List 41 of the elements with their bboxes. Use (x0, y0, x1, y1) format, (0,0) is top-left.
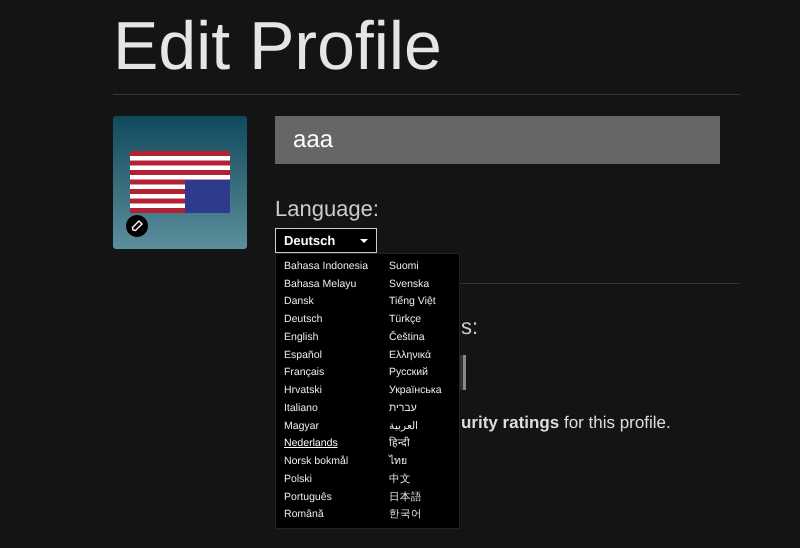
language-option[interactable]: Français (284, 364, 324, 382)
language-option[interactable]: ไทย (389, 453, 407, 471)
language-option[interactable]: Tiếng Việt (389, 293, 436, 312)
language-option[interactable]: Dansk (284, 293, 314, 312)
language-option[interactable]: 日本語 (389, 488, 422, 506)
language-option[interactable]: Nederlands (284, 435, 338, 454)
page-title: Edit Profile (113, 7, 443, 86)
language-option[interactable]: English (284, 328, 318, 347)
language-option[interactable]: Русский (389, 364, 428, 382)
profile-name-field[interactable]: aaa (275, 116, 720, 164)
language-option[interactable]: Português (284, 488, 332, 506)
language-option[interactable]: Español (284, 346, 322, 364)
edit-icon[interactable] (126, 215, 148, 237)
maturity-settings-label: s: (461, 316, 478, 338)
language-option[interactable]: Українська (389, 382, 442, 400)
language-option[interactable]: Hrvatski (284, 382, 322, 400)
language-option[interactable]: עברית (389, 400, 417, 418)
language-option[interactable]: Bahasa Melayu (284, 276, 356, 294)
language-option[interactable]: Italiano (284, 400, 318, 418)
language-dropdown[interactable]: Deutsch (275, 228, 377, 253)
language-option[interactable]: 中文 (389, 470, 411, 489)
language-option[interactable]: Ελληνικά (389, 346, 432, 364)
language-option[interactable]: Deutsch (284, 311, 323, 329)
language-option[interactable]: Suomi (389, 258, 419, 276)
language-option[interactable]: Norsk bokmål (284, 453, 348, 471)
language-option[interactable]: Čeština (389, 328, 425, 347)
language-option[interactable]: Magyar (284, 418, 320, 436)
language-option[interactable]: Türkçe (389, 311, 422, 329)
language-option[interactable]: Română (284, 506, 324, 524)
ratings-button-edge[interactable] (460, 355, 466, 390)
profile-avatar[interactable] (113, 116, 247, 249)
language-option[interactable]: 한국어 (389, 506, 422, 524)
language-option[interactable]: हिन्दी (389, 435, 410, 454)
language-option[interactable]: Bahasa Indonesia (284, 258, 368, 276)
language-option[interactable]: Svenska (389, 276, 430, 294)
caret-icon (360, 238, 368, 242)
flag-icon (130, 151, 230, 213)
maturity-description: urity ratings for this profile. (461, 412, 671, 434)
language-label: Language: (275, 198, 380, 220)
language-option[interactable]: Polski (284, 470, 312, 489)
language-option[interactable]: العربية (389, 418, 418, 436)
